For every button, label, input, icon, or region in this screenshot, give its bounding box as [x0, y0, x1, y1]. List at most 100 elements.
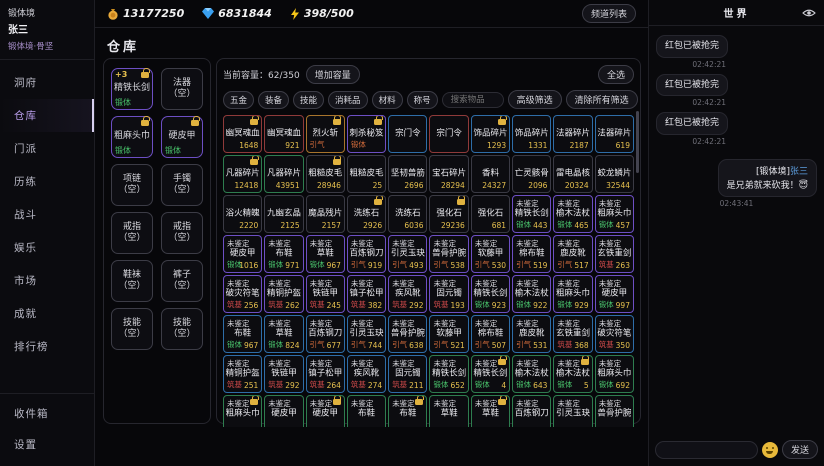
tab-技能[interactable]: 技能: [293, 91, 324, 109]
equip-slot-硬皮甲[interactable]: 硬皮甲锻体: [161, 116, 203, 158]
search-input[interactable]: [442, 92, 504, 108]
item-洗练石[interactable]: 洗练石6036: [388, 195, 427, 233]
item-玄铁重剑[interactable]: 未鉴定玄铁重剑筑基263: [595, 235, 634, 273]
equip-slot-精铁长剑[interactable]: +3精铁长剑锻体: [111, 68, 153, 110]
item-宗门令[interactable]: 宗门令: [388, 115, 427, 153]
emoji-button[interactable]: [762, 442, 778, 458]
sidebar-item-门派[interactable]: 门派: [0, 132, 94, 165]
item-饰品碎片[interactable]: 饰品碎片1331: [512, 115, 551, 153]
item-布鞋[interactable]: 未鉴定布鞋: [388, 395, 427, 427]
item-软藤甲[interactable]: 未鉴定软藤甲引气521: [429, 315, 468, 353]
item-破灾符笔[interactable]: 未鉴定破灾符笔筑基256: [223, 275, 262, 313]
item-引灵玉玦[interactable]: 未鉴定引灵玉玦引气744: [347, 315, 386, 353]
equip-slot-裤子[interactable]: 裤子（空）: [161, 260, 203, 302]
item-精铁长剑[interactable]: 未鉴定精铁长剑锻体443: [512, 195, 551, 233]
item-疾风靴[interactable]: 未鉴定疾风靴筑基274: [347, 355, 386, 393]
clear-filters-button[interactable]: 清除所有筛选: [566, 90, 638, 109]
item-草鞋[interactable]: 未鉴定草鞋: [471, 395, 510, 427]
sidebar-item-娱乐[interactable]: 娱乐: [0, 231, 94, 264]
item-饰品碎片[interactable]: 饰品碎片1293: [471, 115, 510, 153]
item-铁链甲[interactable]: 未鉴定铁链甲筑基245: [306, 275, 345, 313]
item-宗门令[interactable]: 宗门令: [429, 115, 468, 153]
item-镇子松甲[interactable]: 未鉴定镇子松甲筑基264: [306, 355, 345, 393]
item-硬皮甲[interactable]: 未鉴定硬皮甲锻体997: [595, 275, 634, 313]
tab-五金[interactable]: 五金: [223, 91, 254, 109]
chat-input[interactable]: [655, 441, 758, 459]
item-九幽玄晶[interactable]: 九幽玄晶2125: [264, 195, 303, 233]
item-精铁长剑[interactable]: 未鉴定精铁长剑锻体4: [471, 355, 510, 393]
item-布鞋[interactable]: 未鉴定布鞋锻体971: [264, 235, 303, 273]
inventory-scrollbar[interactable]: [636, 111, 639, 173]
equip-slot-鞋袜[interactable]: 鞋袜（空）: [111, 260, 153, 302]
item-亡灵骸骨[interactable]: 亡灵骸骨2096: [512, 155, 551, 193]
tab-消耗品[interactable]: 消耗品: [328, 91, 368, 109]
item-魔晶残片[interactable]: 魔晶残片2157: [306, 195, 345, 233]
item-百炼钢刀[interactable]: 未鉴定百炼钢刀: [512, 395, 551, 427]
equip-slot-戒指[interactable]: 戒指（空）: [111, 212, 153, 254]
item-百炼钢刀[interactable]: 未鉴定百炼钢刀引气677: [306, 315, 345, 353]
tab-称号[interactable]: 称号: [407, 91, 438, 109]
item-宝石碎片[interactable]: 宝石碎片28294: [429, 155, 468, 193]
item-凡器碎片[interactable]: 凡器碎片43951: [264, 155, 303, 193]
advanced-filter-button[interactable]: 高级筛选: [508, 90, 562, 109]
equip-slot-技能[interactable]: 技能（空）: [111, 308, 153, 350]
item-粗麻头巾[interactable]: 未鉴定粗麻头巾: [223, 395, 262, 427]
item-兽骨护腕[interactable]: 未鉴定兽骨护腕引气638: [388, 315, 427, 353]
item-引灵玉玦[interactable]: 未鉴定引灵玉玦引气493: [388, 235, 427, 273]
sidebar-item-成就[interactable]: 成就: [0, 297, 94, 330]
tab-装备[interactable]: 装备: [258, 91, 289, 109]
item-粗麻头巾[interactable]: 未鉴定粗麻头巾锻体692: [595, 355, 634, 393]
item-凡器碎片[interactable]: 凡器碎片12418: [223, 155, 262, 193]
equip-slot-法器[interactable]: 法器（空）: [161, 68, 203, 110]
item-破灾符笔[interactable]: 未鉴定破灾符笔筑基350: [595, 315, 634, 353]
eye-icon[interactable]: [802, 8, 816, 21]
item-精铁长剑[interactable]: 未鉴定精铁长剑锻体652: [429, 355, 468, 393]
item-刺杀秘笈[interactable]: 刺杀秘笈锻体: [347, 115, 386, 153]
item-榆木法杖[interactable]: 未鉴定榆木法杖锻体922: [512, 275, 551, 313]
item-镇子松甲[interactable]: 未鉴定镇子松甲筑基382: [347, 275, 386, 313]
item-雷电晶核[interactable]: 雷电晶核20324: [553, 155, 592, 193]
item-布鞋[interactable]: 未鉴定布鞋: [347, 395, 386, 427]
add-capacity-button[interactable]: 增加容量: [306, 65, 360, 84]
item-棉布鞋[interactable]: 未鉴定棉布鞋引气507: [471, 315, 510, 353]
item-兽骨护腕[interactable]: 未鉴定兽骨护腕: [595, 395, 634, 427]
send-button[interactable]: 发送: [782, 440, 818, 459]
sidebar-item-历练[interactable]: 历练: [0, 165, 94, 198]
item-幽冥魂血[interactable]: 幽冥魂血1648: [223, 115, 262, 153]
item-玄铁重剑[interactable]: 未鉴定玄铁重剑筑基368: [553, 315, 592, 353]
item-兽骨护腕[interactable]: 未鉴定兽骨护腕引气538: [429, 235, 468, 273]
item-引灵玉玦[interactable]: 未鉴定引灵玉玦: [553, 395, 592, 427]
item-疾风靴[interactable]: 未鉴定疾风靴筑基292: [388, 275, 427, 313]
item-粗糙皮毛[interactable]: 粗糙皮毛28946: [306, 155, 345, 193]
item-香料[interactable]: 香料24327: [471, 155, 510, 193]
item-布鞋[interactable]: 未鉴定布鞋锻体967: [223, 315, 262, 353]
item-榆木法杖[interactable]: 未鉴定榆木法杖锻体5: [553, 355, 592, 393]
item-固元镯[interactable]: 未鉴定固元镯筑基193: [429, 275, 468, 313]
equip-slot-手镯[interactable]: 手镯（空）: [161, 164, 203, 206]
item-百炼钢刀[interactable]: 未鉴定百炼钢刀引气919: [347, 235, 386, 273]
item-棉布鞋[interactable]: 未鉴定棉布鞋引气519: [512, 235, 551, 273]
item-法器碎片[interactable]: 法器碎片2187: [553, 115, 592, 153]
item-强化石[interactable]: 强化石29236: [429, 195, 468, 233]
item-榆木法杖[interactable]: 未鉴定榆木法杖锻体643: [512, 355, 551, 393]
item-蛟龙鳞片[interactable]: 蛟龙鳞片32544: [595, 155, 634, 193]
channel-list-button[interactable]: 频道列表: [582, 4, 636, 23]
select-all-button[interactable]: 全选: [598, 65, 634, 84]
item-烈火斩[interactable]: 烈火斩引气: [306, 115, 345, 153]
item-幽冥魂血[interactable]: 幽冥魂血921: [264, 115, 303, 153]
equip-slot-粗麻头巾[interactable]: 粗麻头巾锻体: [111, 116, 153, 158]
item-草鞋[interactable]: 未鉴定草鞋: [429, 395, 468, 427]
item-洗练石[interactable]: 洗练石2926: [347, 195, 386, 233]
item-铁链甲[interactable]: 未鉴定铁链甲筑基292: [264, 355, 303, 393]
item-法器碎片[interactable]: 法器碎片619: [595, 115, 634, 153]
item-强化石[interactable]: 强化石681: [471, 195, 510, 233]
tab-材料[interactable]: 材料: [372, 91, 403, 109]
sidebar-item-收件箱[interactable]: 收件箱: [0, 398, 94, 429]
sidebar-item-仓库[interactable]: 仓库: [0, 99, 94, 132]
sidebar-item-洞府[interactable]: 洞府: [0, 66, 94, 99]
item-硬皮甲[interactable]: 未鉴定硬皮甲: [306, 395, 345, 427]
item-精铜护盔[interactable]: 未鉴定精铜护盔筑基251: [223, 355, 262, 393]
item-草鞋[interactable]: 未鉴定草鞋锻体967: [306, 235, 345, 273]
equip-slot-戒指[interactable]: 戒指（空）: [161, 212, 203, 254]
item-鹿皮靴[interactable]: 未鉴定鹿皮靴引气517: [553, 235, 592, 273]
